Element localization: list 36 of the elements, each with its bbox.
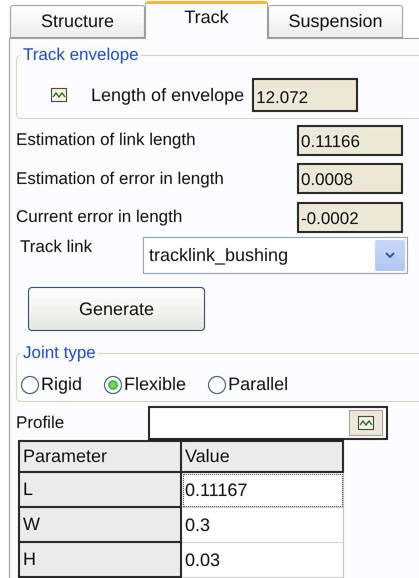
- row-header: H: [20, 543, 182, 578]
- tab[interactable]: Track: [145, 1, 268, 39]
- radio-button[interactable]: [208, 376, 226, 394]
- generate-button[interactable]: Generate: [28, 287, 205, 332]
- radio-label: Rigid: [41, 374, 82, 396]
- radio-button[interactable]: [104, 376, 122, 394]
- value-field: -0.0002: [297, 202, 403, 233]
- column-header: Parameter: [20, 440, 182, 474]
- radio-label: Flexible: [124, 374, 186, 396]
- field-label: Length of envelope: [91, 84, 244, 106]
- field-label: Estimation of error in length: [16, 168, 224, 189]
- chevron-down-icon: [385, 252, 395, 259]
- field-label: Track link: [20, 236, 92, 257]
- tab[interactable]: Structure: [10, 5, 145, 38]
- chart-icon: [358, 416, 374, 430]
- group-title: Track envelope: [21, 45, 141, 65]
- value-field: 0.0008: [297, 163, 403, 194]
- dropdown[interactable]: tracklink_bushing: [143, 236, 408, 274]
- radio-label: Parallel: [228, 374, 288, 396]
- field-label: Estimation of link length: [16, 130, 196, 150]
- row-header: W: [20, 508, 182, 544]
- field-label: Current error in length: [16, 207, 182, 228]
- browse-button[interactable]: [349, 410, 383, 436]
- chart-icon: [51, 88, 67, 102]
- table-cell[interactable]: 0.11167: [182, 473, 344, 508]
- profile-field[interactable]: [148, 406, 388, 440]
- value-field: 12.072: [252, 78, 358, 112]
- column-header: Value: [182, 440, 344, 474]
- value-field: 0.11166: [297, 124, 403, 156]
- tab[interactable]: Suspension: [268, 5, 403, 38]
- table-cell[interactable]: 0.3: [182, 508, 344, 544]
- group-title: Joint type: [21, 343, 98, 364]
- radio-button[interactable]: [21, 376, 39, 394]
- field-label: Profile: [16, 413, 66, 434]
- table-cell[interactable]: 0.03: [182, 543, 344, 578]
- row-header: L: [20, 473, 182, 508]
